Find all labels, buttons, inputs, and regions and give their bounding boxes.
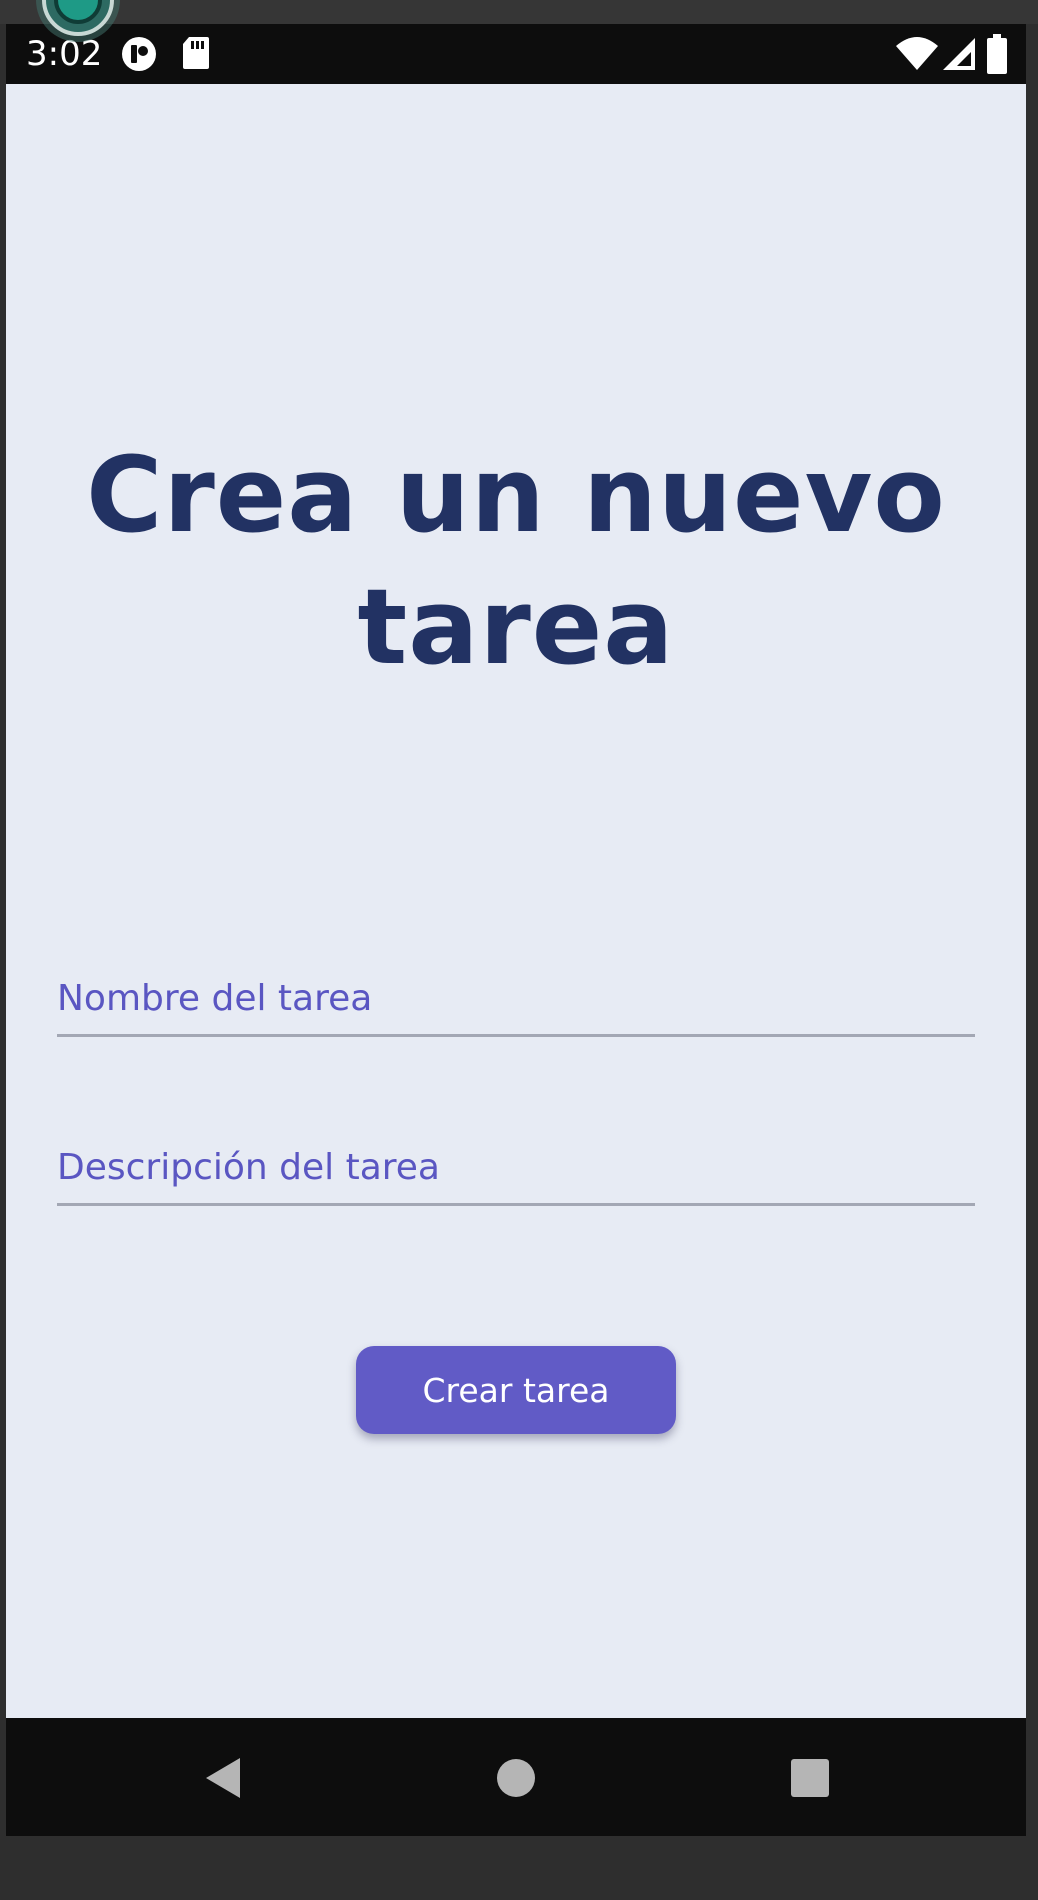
recents-icon[interactable]	[780, 1748, 840, 1808]
record-app-icon	[122, 37, 156, 71]
navigation-bar	[6, 1718, 1026, 1836]
wifi-icon	[896, 37, 938, 70]
back-icon[interactable]	[196, 1748, 256, 1808]
device-frame	[0, 0, 1038, 24]
battery-icon	[987, 34, 1007, 74]
task-description-input[interactable]	[57, 1131, 975, 1203]
sd-card-icon	[183, 37, 209, 69]
task-description-field	[57, 1131, 975, 1206]
create-task-screen: Crea un nuevo tarea Crear tarea	[6, 84, 1026, 1718]
task-name-field	[57, 962, 975, 1037]
create-task-button[interactable]: Crear tarea	[356, 1346, 676, 1434]
task-name-input[interactable]	[57, 962, 975, 1034]
status-bar: 3:02	[6, 24, 1026, 84]
home-icon[interactable]	[486, 1748, 546, 1808]
screen-recorder-icon[interactable]	[30, 0, 126, 42]
phone-frame: 3:02 Crea un nuevo tarea Nombre del tare…	[6, 24, 1026, 1836]
cell-signal-icon	[943, 38, 975, 70]
page-title: Crea un nuevo tarea	[86, 434, 946, 688]
